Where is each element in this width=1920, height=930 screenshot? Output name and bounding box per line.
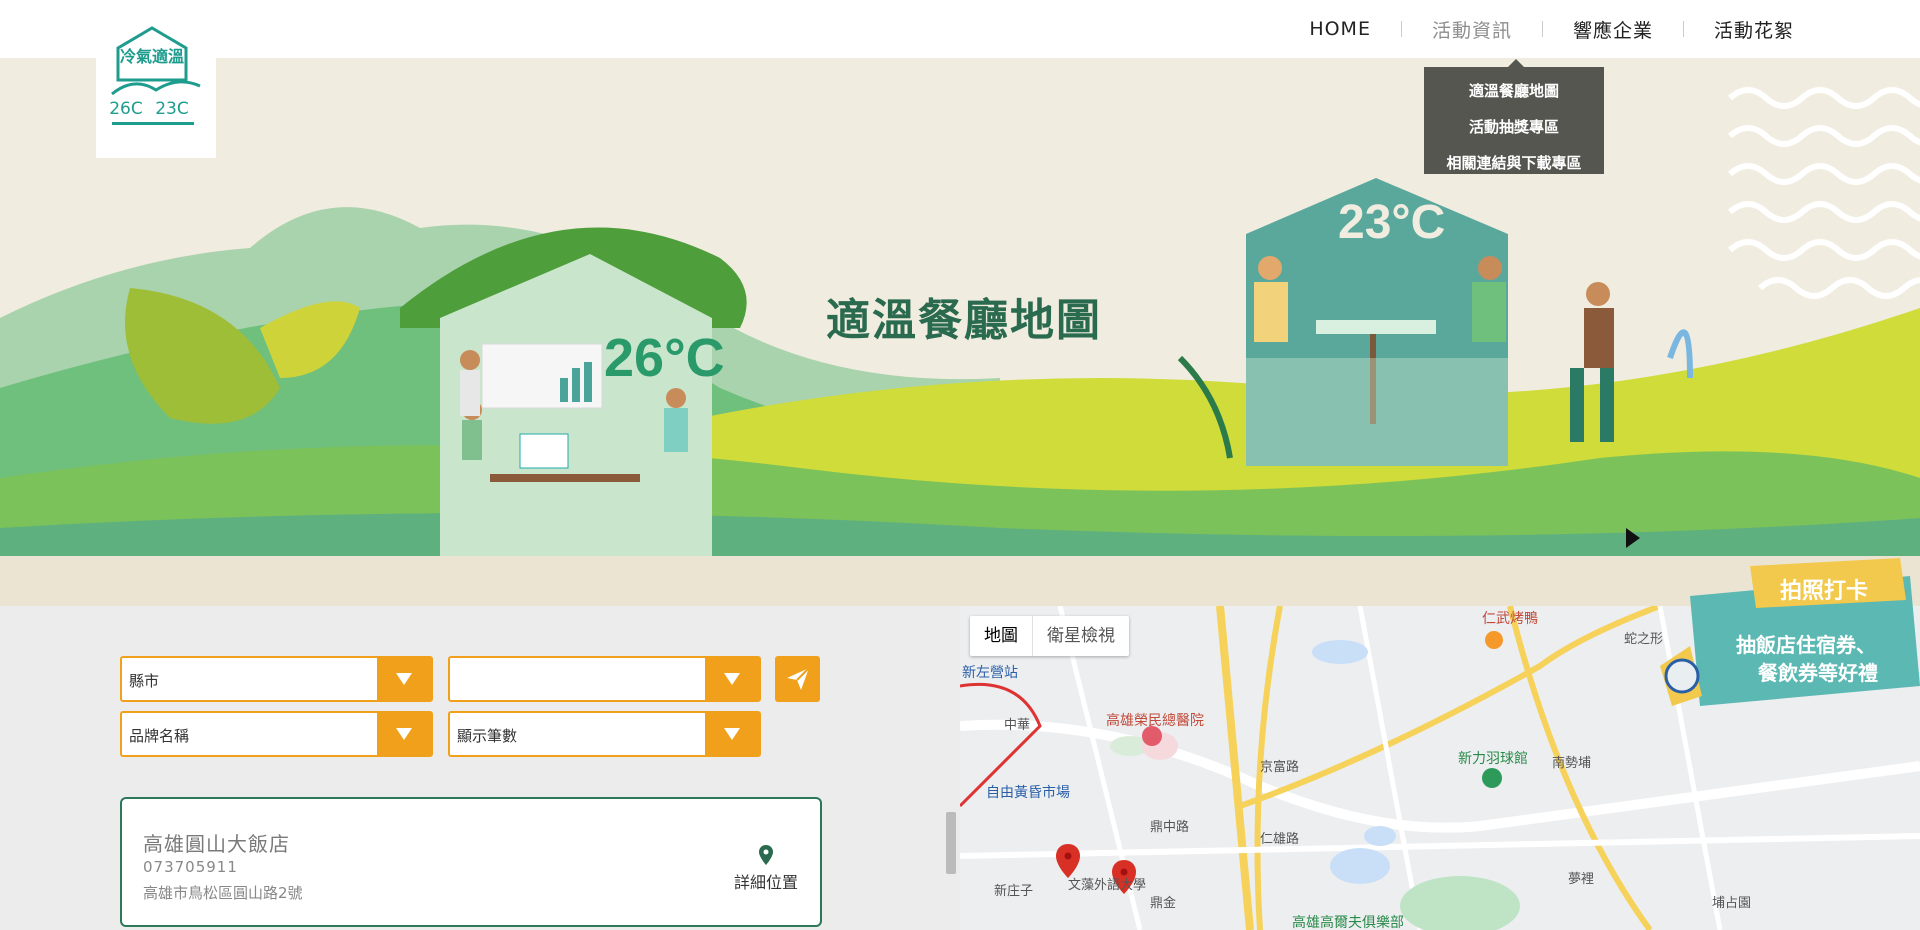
dropdown-item-restaurant-map[interactable]: 適溫餐廳地圖 [1424, 73, 1604, 109]
activity-info-dropdown: 適溫餐廳地圖 活動抽獎專區 相關連結與下載專區 [1424, 59, 1604, 174]
promo-badge-graphic: 拍照打卡 抽飯店住宿券、 餐飲券等好禮 [1660, 558, 1920, 706]
svg-text:冷氣適溫: 冷氣適溫 [120, 47, 184, 66]
logo-house-icon: 冷氣適溫 26C 23C [109, 26, 201, 125]
site-logo[interactable]: 冷氣適溫 26C 23C [96, 0, 216, 158]
county-select-value: 縣市 [129, 672, 160, 690]
restaurant-phone: 073705911 [143, 858, 238, 876]
restaurant-name: 高雄圓山大飯店 [143, 832, 290, 856]
poi-green-icon [1482, 768, 1502, 788]
search-submit-button[interactable] [775, 656, 820, 702]
map-label: 新左營站 [962, 665, 1018, 681]
office-temp-text: 26°C [604, 328, 725, 388]
promo-line1: 拍照打卡 [1780, 578, 1868, 604]
brand-select-value: 品牌名稱 [129, 727, 190, 745]
map-label: 仁武烤鴨 [1482, 611, 1538, 627]
main-menu: HOME 活動資訊 響應企業 活動花絮 [1279, 0, 1824, 58]
map-type-control[interactable]: 地圖 衛星檢視 [970, 616, 1129, 656]
map-label: 自由黃昏市場 [986, 785, 1070, 801]
promo-line3: 餐飲券等好禮 [1758, 661, 1878, 685]
count-select[interactable]: 顯示筆數 [448, 711, 761, 757]
restaurant-poi-icon [1485, 631, 1503, 649]
map-label: 文藻外語大學 [1068, 878, 1147, 893]
map-label: 仁雄路 [1260, 832, 1300, 847]
dropdown-item-lottery[interactable]: 活動抽獎專區 [1424, 109, 1604, 145]
count-select-value: 顯示筆數 [457, 727, 518, 745]
map-type-satellite[interactable]: 衛星檢視 [1033, 616, 1129, 656]
wave-pattern-icon [1728, 87, 1920, 299]
paper-plane-icon [786, 667, 810, 690]
county-select[interactable]: 縣市 [120, 656, 433, 702]
map-label: 南勢埔 [1552, 756, 1592, 771]
hero-title: 適溫餐廳地圖 [826, 295, 1102, 346]
district-select[interactable] [448, 656, 761, 702]
map-pin-icon [758, 845, 773, 865]
nav-highlights[interactable]: 活動花絮 [1684, 16, 1824, 43]
detail-location-label: 詳細位置 [733, 873, 798, 892]
detail-location-link[interactable]: 詳細位置 [734, 845, 798, 893]
chevron-down-icon [705, 658, 759, 700]
promo-line2: 抽飯店住宿券、 [1736, 633, 1876, 657]
map-label: 高雄高爾夫俱樂部 [1292, 915, 1404, 930]
map-type-map[interactable]: 地圖 [970, 616, 1033, 656]
svg-text:26C: 26C [109, 99, 143, 119]
chevron-down-icon [705, 713, 759, 755]
hero-banner: 26°C 23°C 適溫餐廳地圖 [0, 58, 1920, 556]
restaurant-card[interactable]: 高雄圓山大飯店 073705911 高雄市鳥松區圓山路2號 詳細位置 [120, 797, 822, 927]
map-label: 鼎金 [1150, 896, 1177, 911]
svg-text:23C: 23C [155, 99, 189, 119]
restaurant-address: 高雄市鳥松區圓山路2號 [143, 884, 303, 902]
map-label: 埔占園 [1712, 896, 1752, 911]
nav-activity-info[interactable]: 活動資訊 [1402, 16, 1542, 43]
brand-select[interactable]: 品牌名稱 [120, 711, 433, 757]
restaurant-temp-text: 23°C [1338, 196, 1445, 249]
map-label: 新庄子 [994, 884, 1034, 899]
nav-home[interactable]: HOME [1279, 18, 1401, 40]
chevron-down-icon [377, 658, 431, 700]
map-label: 高雄榮民總醫院 [1106, 713, 1204, 729]
map-label: 夢裡 [1568, 872, 1595, 887]
list-scrollbar[interactable] [946, 812, 956, 874]
map-label: 中華 [1004, 718, 1031, 733]
map-label: 新力羽球館 [1458, 751, 1528, 767]
map-label: 鼎中路 [1150, 820, 1190, 835]
map-label: 京富路 [1260, 760, 1300, 775]
dropdown-item-links-downloads[interactable]: 相關連結與下載專區 [1424, 145, 1604, 181]
chevron-down-icon [377, 713, 431, 755]
nav-companies[interactable]: 響應企業 [1543, 16, 1683, 43]
photo-checkin-promo[interactable]: 拍照打卡 抽飯店住宿券、 餐飲券等好禮 [1630, 556, 1920, 746]
